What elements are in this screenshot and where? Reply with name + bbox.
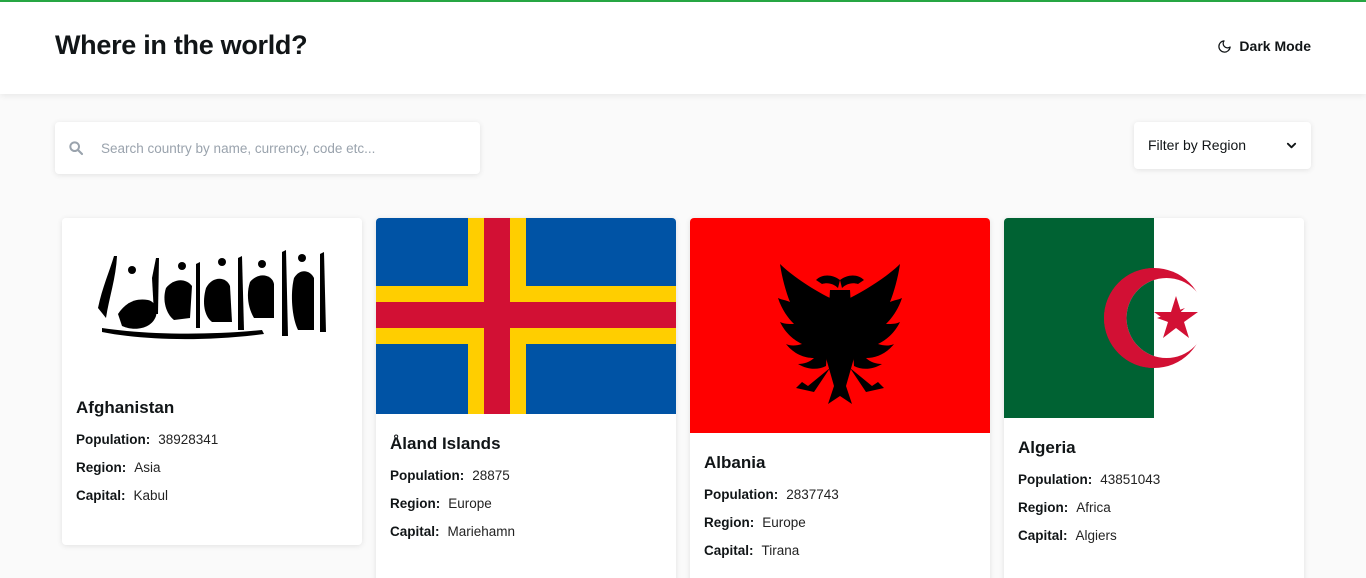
capital-row: Capital: Kabul [76, 488, 348, 506]
search-input[interactable] [101, 122, 471, 174]
region-value: Africa [1076, 500, 1111, 515]
region-value: Europe [448, 496, 492, 511]
region-filter-dropdown[interactable]: Filter by Region [1134, 122, 1311, 169]
country-name: Åland Islands [390, 434, 501, 453]
dark-mode-label: Dark Mode [1239, 38, 1311, 54]
region-label: Region: [1018, 500, 1069, 515]
afghanistan-flag [62, 218, 362, 378]
albania-flag [690, 218, 990, 433]
country-card-aland-islands[interactable]: Åland Islands Population: 28875 Region: Eu… [376, 218, 676, 578]
search-box [55, 122, 480, 174]
population-value: 2837743 [786, 487, 839, 502]
card-body: Algeria Population: 43851043 Region: Afric… [1004, 418, 1304, 546]
region-label: Region: [390, 496, 441, 511]
population-label: Population: [1018, 472, 1093, 487]
country-card-algeria[interactable]: Algeria Population: 43851043 Region: Afric… [1004, 218, 1304, 578]
population-value: 28875 [472, 468, 510, 483]
population-label: Population: [76, 432, 151, 447]
capital-label: Capital: [76, 488, 126, 503]
region-row: Region: Europe [390, 496, 662, 514]
card-body: Åland Islands Population: 28875 Region: Eu… [376, 414, 676, 542]
card-body: Albania Population: 2837743 Region: Europe… [690, 433, 990, 561]
population-label: Population: [704, 487, 779, 502]
country-name: Afghanistan [76, 398, 175, 417]
country-card-afghanistan[interactable]: Afghanistan Population: 38928341 Region: A… [62, 218, 362, 545]
population-row: Population: 38928341 [76, 432, 348, 450]
region-filter-label: Filter by Region [1148, 137, 1247, 153]
capital-row: Capital: Algiers [1018, 528, 1290, 546]
region-label: Region: [704, 515, 755, 530]
region-row: Region: Asia [76, 460, 348, 478]
capital-value: Algiers [1075, 528, 1117, 543]
population-row: Population: 28875 [390, 468, 662, 486]
population-row: Population: 2837743 [704, 487, 976, 505]
card-body: Afghanistan Population: 38928341 Region: A… [62, 378, 362, 506]
aland-flag [376, 218, 676, 414]
population-row: Population: 43851043 [1018, 472, 1290, 490]
population-label: Population: [390, 468, 465, 483]
capital-label: Capital: [390, 524, 440, 539]
capital-value: Kabul [133, 488, 169, 503]
capital-label: Capital: [704, 543, 754, 558]
country-card-albania[interactable]: Albania Population: 2837743 Region: Europe… [690, 218, 990, 578]
capital-row: Capital: Tirana [704, 543, 976, 561]
capital-value: Mariehamn [447, 524, 516, 539]
chevron-down-icon [1286, 142, 1297, 149]
region-label: Region: [76, 460, 127, 475]
region-value: Europe [762, 515, 806, 530]
capital-label: Capital: [1018, 528, 1068, 543]
search-icon [69, 141, 84, 156]
app-header: Where in the world? Dark Mode [0, 2, 1366, 94]
country-name: Albania [704, 453, 766, 472]
country-name: Algeria [1018, 438, 1076, 457]
capital-value: Tirana [761, 543, 800, 558]
dark-mode-toggle[interactable]: Dark Mode [1217, 38, 1311, 54]
algeria-flag [1004, 218, 1304, 418]
moon-icon [1218, 39, 1232, 53]
capital-row: Capital: Mariehamn [390, 524, 662, 542]
region-row: Region: Europe [704, 515, 976, 533]
region-row: Region: Africa [1018, 500, 1290, 518]
population-value: 38928341 [158, 432, 219, 447]
page-title: Where in the world? [55, 30, 308, 60]
region-value: Asia [134, 460, 161, 475]
population-value: 43851043 [1100, 472, 1161, 487]
